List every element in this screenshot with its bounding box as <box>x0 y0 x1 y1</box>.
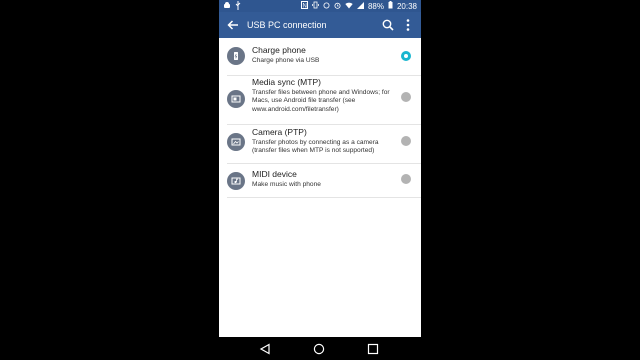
camera-icon <box>227 133 245 151</box>
option-title: Media sync (MTP) <box>252 77 321 87</box>
status-bar-left <box>223 0 241 12</box>
midi-icon <box>227 172 245 190</box>
option-description: Make music with phone <box>252 181 321 188</box>
wifi-icon <box>345 2 353 11</box>
back-arrow-icon <box>227 20 238 30</box>
nfc-icon: N <box>300 1 308 11</box>
alarm-icon <box>334 2 341 11</box>
battery-icon <box>388 1 393 11</box>
page-title: USB PC connection <box>247 20 327 30</box>
option-camera[interactable]: Camera (PTP) Transfer photos by connecti… <box>219 125 421 163</box>
radio-midi-device[interactable] <box>401 174 411 184</box>
search-icon <box>382 19 394 31</box>
option-description: Transfer files between phone and Windows… <box>252 89 390 113</box>
option-description: Charge phone via USB <box>252 57 320 64</box>
svg-text:N: N <box>302 4 306 10</box>
phone-screen: N 88% 20:38 USB PC connection Charge pho… <box>219 0 421 360</box>
option-midi-device[interactable]: MIDI device Make music with phone <box>219 164 421 197</box>
option-charge-phone[interactable]: Charge phone Charge phone via USB <box>219 38 421 75</box>
back-button[interactable] <box>225 17 241 33</box>
option-title: Camera (PTP) <box>252 127 307 137</box>
option-media-sync[interactable]: Media sync (MTP) Transfer files between … <box>219 76 421 124</box>
battery-percent: 88% <box>367 1 384 11</box>
radio-charge-phone[interactable] <box>401 51 411 61</box>
option-description: Transfer photos by connecting as a camer… <box>252 139 379 155</box>
app-bar: USB PC connection <box>219 12 421 38</box>
radio-camera[interactable] <box>401 136 411 146</box>
nav-home-button[interactable] <box>311 341 327 357</box>
option-title: Charge phone <box>252 45 306 55</box>
search-button[interactable] <box>381 17 395 33</box>
nav-recents-button[interactable] <box>365 341 381 357</box>
signal-icon <box>356 1 364 11</box>
nav-back-icon <box>259 343 270 355</box>
nav-recents-icon <box>367 343 379 355</box>
vibrate-icon <box>312 1 319 11</box>
nav-back-button[interactable] <box>257 341 273 357</box>
usb-options-list: Charge phone Charge phone via USB Media … <box>219 38 421 337</box>
overflow-menu-button[interactable] <box>401 17 415 33</box>
status-bar-right: N 88% 20:38 <box>300 1 417 11</box>
radio-media-sync[interactable] <box>401 92 411 102</box>
more-vert-icon <box>406 19 410 31</box>
navigation-bar <box>219 337 421 360</box>
divider <box>227 197 421 198</box>
phone-charge-icon <box>227 47 245 65</box>
android-debug-icon <box>223 1 231 11</box>
sync-icon <box>323 2 330 11</box>
status-bar: N 88% 20:38 <box>219 0 421 12</box>
clock: 20:38 <box>396 1 417 11</box>
media-sync-icon <box>227 90 245 108</box>
usb-icon <box>235 0 241 12</box>
option-title: MIDI device <box>252 169 297 179</box>
nav-home-icon <box>313 343 325 355</box>
